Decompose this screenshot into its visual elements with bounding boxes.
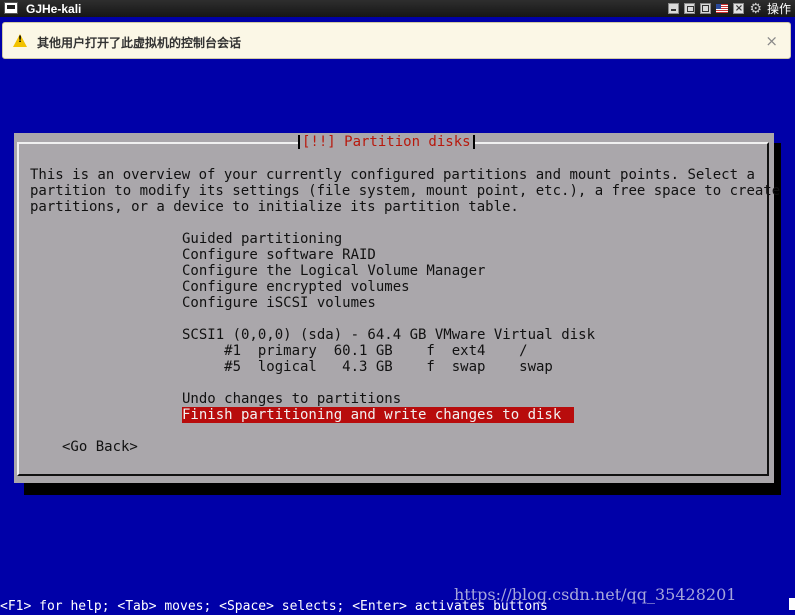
menu-configure-raid[interactable]: Configure software RAID — [182, 247, 376, 263]
gear-icon[interactable]: ⚙ — [749, 2, 762, 16]
menu-guided-partitioning[interactable]: Guided partitioning — [182, 231, 342, 247]
warning-icon — [13, 34, 27, 47]
partition-entry[interactable]: #5 logical 4.3 GB f swap swap — [182, 359, 553, 375]
intro-line: partition to modify its settings (file s… — [30, 183, 781, 199]
ops-menu[interactable]: 操作 — [767, 0, 791, 17]
window-titlebar: GJHe-kali × ⚙ 操作 — [0, 0, 795, 17]
vm-window-icon — [4, 2, 18, 14]
partition-entry[interactable]: #1 primary 60.1 GB f ext4 / — [182, 343, 527, 359]
intro-line: partitions, or a device to initialize it… — [30, 199, 519, 215]
minimize-button[interactable] — [668, 3, 680, 14]
help-footer: <F1> for help; <Tab> moves; <Space> sele… — [0, 599, 548, 614]
dialog-title: [!!] Partition disks — [298, 133, 475, 151]
restore-button[interactable] — [684, 3, 696, 14]
language-flag-icon[interactable] — [716, 4, 729, 13]
console-session-notification: 其他用户打开了此虚拟机的控制台会话 × — [2, 22, 791, 59]
intro-line: This is an overview of your currently co… — [30, 167, 755, 183]
fullscreen-button[interactable] — [700, 3, 712, 14]
menu-configure-encrypted[interactable]: Configure encrypted volumes — [182, 279, 410, 295]
menu-configure-iscsi[interactable]: Configure iSCSI volumes — [182, 295, 376, 311]
go-back-button[interactable]: <Go Back> — [62, 439, 138, 455]
window-controls: × ⚙ 操作 — [668, 1, 791, 16]
undo-changes-item[interactable]: Undo changes to partitions — [182, 391, 401, 407]
partition-dialog: [!!] Partition disks This is an overview… — [14, 133, 780, 483]
close-button[interactable]: × — [733, 3, 745, 14]
notification-message: 其他用户打开了此虚拟机的控制台会话 — [37, 36, 242, 50]
disk-entry[interactable]: SCSI1 (0,0,0) (sda) - 64.4 GB VMware Vir… — [182, 327, 595, 343]
close-icon[interactable]: × — [765, 32, 778, 50]
finish-partitioning-item[interactable]: Finish partitioning and write changes to… — [182, 407, 574, 423]
text-cursor — [789, 598, 795, 610]
window-title: GJHe-kali — [26, 2, 82, 16]
menu-configure-lvm[interactable]: Configure the Logical Volume Manager — [182, 263, 485, 279]
